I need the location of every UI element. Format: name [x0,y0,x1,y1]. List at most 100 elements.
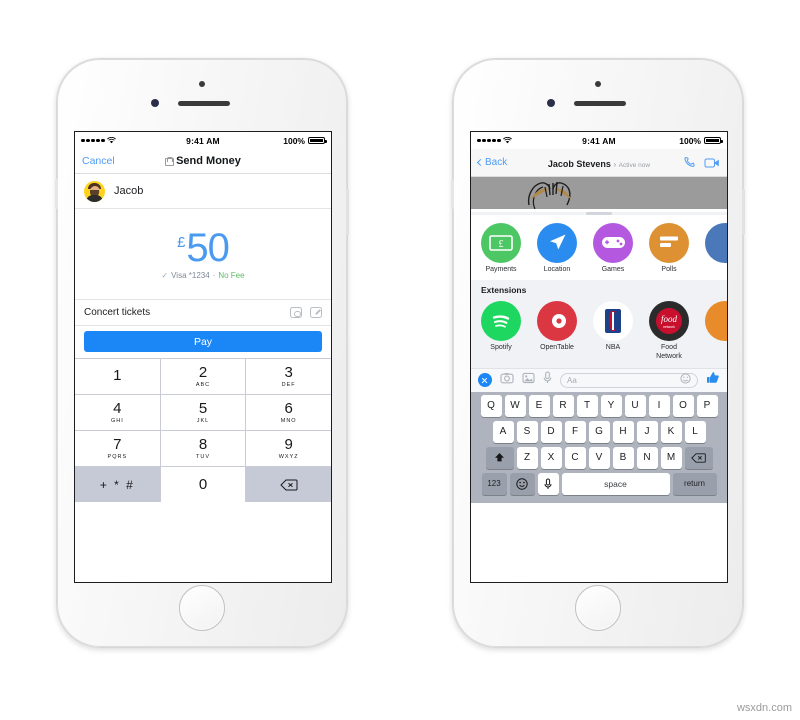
keypad-key-5[interactable]: 5 JKL [160,395,246,430]
home-button[interactable] [575,585,621,631]
edit-icon[interactable] [310,307,322,318]
key-D[interactable]: D [540,420,562,443]
camera-icon[interactable] [500,371,514,389]
keypad-key-9[interactable]: 9 WXYZ [246,431,331,466]
key-M[interactable]: M [660,446,682,469]
message-input[interactable]: Aa [560,371,698,389]
power-button[interactable] [742,189,745,235]
pay-button[interactable]: Pay [84,331,322,352]
app-games[interactable]: Games [593,222,633,275]
check-icon: ✓ [161,271,169,280]
keypad-key-8[interactable]: 8 TUV [160,431,246,466]
payment-source[interactable]: ✓ Visa *1234 · No Fee [161,271,244,280]
app-partial[interactable] [705,222,727,275]
space-key[interactable]: space [561,472,670,495]
keyboard-row-2: A S D F G H J K L [473,420,725,443]
home-button[interactable] [179,585,225,631]
status-bar: 9:41 AM 100% [75,132,331,149]
key-C[interactable]: C [564,446,586,469]
extension-nba[interactable]: NBA [593,301,633,362]
thumbs-up-icon[interactable] [706,371,720,390]
keypad-key-symbols[interactable]: + * # [75,467,160,502]
photo-icon[interactable] [522,371,535,389]
power-button[interactable] [346,189,349,235]
key-B[interactable]: B [612,446,634,469]
extension-food-network[interactable]: food network Food Network [649,301,689,362]
key-I[interactable]: I [648,394,670,417]
video-camera-icon[interactable] [704,157,720,169]
recipient-row[interactable]: Jacob [75,174,331,209]
phone-icon[interactable] [683,156,696,169]
navigation-bar: Cancel Send Money [75,149,331,174]
key-number: 0 [198,475,208,493]
keypad-key-0[interactable]: 0 [160,467,246,502]
emoji-icon[interactable] [509,472,535,495]
extension-partial[interactable] [705,301,727,362]
proximity-sensor-icon [151,99,159,107]
key-X[interactable]: X [540,446,562,469]
app-payments[interactable]: £ Payments [481,222,521,275]
keypad-key-backspace[interactable] [246,467,331,502]
key-H[interactable]: H [612,420,634,443]
key-V[interactable]: V [588,446,610,469]
key-S[interactable]: S [516,420,538,443]
memo-text[interactable]: Concert tickets [84,307,282,318]
microphone-icon[interactable] [537,472,559,495]
key-J[interactable]: J [636,420,658,443]
svg-text:network: network [663,325,675,329]
shift-icon[interactable] [485,446,514,469]
app-polls[interactable]: Polls [649,222,689,275]
key-Q[interactable]: Q [480,394,502,417]
memo-row[interactable]: Concert tickets [75,299,331,326]
extension-opentable[interactable]: OpenTable [537,301,577,362]
key-T[interactable]: T [576,394,598,417]
key-number: 1 [113,367,122,385]
key-K[interactable]: K [660,420,682,443]
amount-display[interactable]: £ 50 ✓ Visa *1234 · No Fee [75,209,331,299]
close-icon[interactable] [478,373,492,388]
key-W[interactable]: W [504,394,526,417]
keypad-key-2[interactable]: 2 ABC [160,359,246,394]
key-N[interactable]: N [636,446,658,469]
front-camera-icon [199,81,205,87]
smiley-icon[interactable] [680,371,691,389]
key-A[interactable]: A [492,420,514,443]
keypad-key-7[interactable]: 7 PQRS [75,431,160,466]
key-U[interactable]: U [624,394,646,417]
keypad-key-6[interactable]: 6 MNO [246,395,331,430]
keypad-key-3[interactable]: 3 DEF [246,359,331,394]
key-F[interactable]: F [564,420,586,443]
key-Z[interactable]: Z [516,446,538,469]
key-number: 7 [113,436,122,454]
numbers-key[interactable]: 123 [481,472,507,495]
app-location[interactable]: Location [537,222,577,275]
back-label: Back [485,157,508,168]
key-E[interactable]: E [528,394,550,417]
camera-icon[interactable] [290,307,302,318]
signal-strength-icon [81,138,105,143]
back-button[interactable]: Back [476,157,508,168]
key-number: 9 [284,436,293,454]
keyboard-row-4: 123 space return [473,472,725,495]
key-letters: DEF [281,381,296,388]
key-G[interactable]: G [588,420,610,443]
extension-spotify[interactable]: Spotify [481,301,521,362]
keypad-key-1[interactable]: 1 [75,359,160,394]
volume-button[interactable] [451,179,454,209]
key-R[interactable]: R [552,394,574,417]
key-Y[interactable]: Y [600,394,622,417]
return-key[interactable]: return [672,472,717,495]
battery-percent: 100% [283,135,305,146]
key-P[interactable]: P [696,394,718,417]
key-L[interactable]: L [684,420,706,443]
backspace-icon[interactable] [684,446,713,469]
card-label: Visa *1234 [171,271,210,280]
microphone-icon[interactable] [543,371,552,389]
app-label: Location [543,265,571,273]
wifi-icon [106,136,116,146]
key-O[interactable]: O [672,394,694,417]
extension-label: Food Network [656,344,682,360]
key-number: 5 [198,400,208,418]
keypad-key-4[interactable]: 4 GHI [75,395,160,430]
volume-button[interactable] [55,179,58,209]
